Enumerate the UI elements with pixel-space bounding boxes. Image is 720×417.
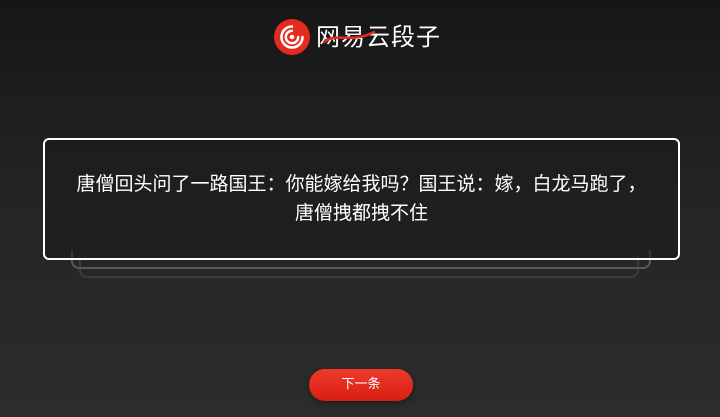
joke-card: 唐僧回头问了一路国王：你能嫁给我吗？国王说：嫁，白龙马跑了，唐僧拽都拽不住 — [43, 138, 680, 260]
brand-logo: 网易云段子 — [274, 18, 441, 56]
netease-spiral-logo-icon — [274, 19, 310, 55]
brand-name: 网易云段子 — [316, 23, 441, 51]
next-joke-button[interactable]: 下一条 — [309, 369, 413, 401]
joke-text: 唐僧回头问了一路国王：你能嫁给我吗？国王说：嫁，白龙马跑了，唐僧拽都拽不住 — [76, 173, 647, 224]
